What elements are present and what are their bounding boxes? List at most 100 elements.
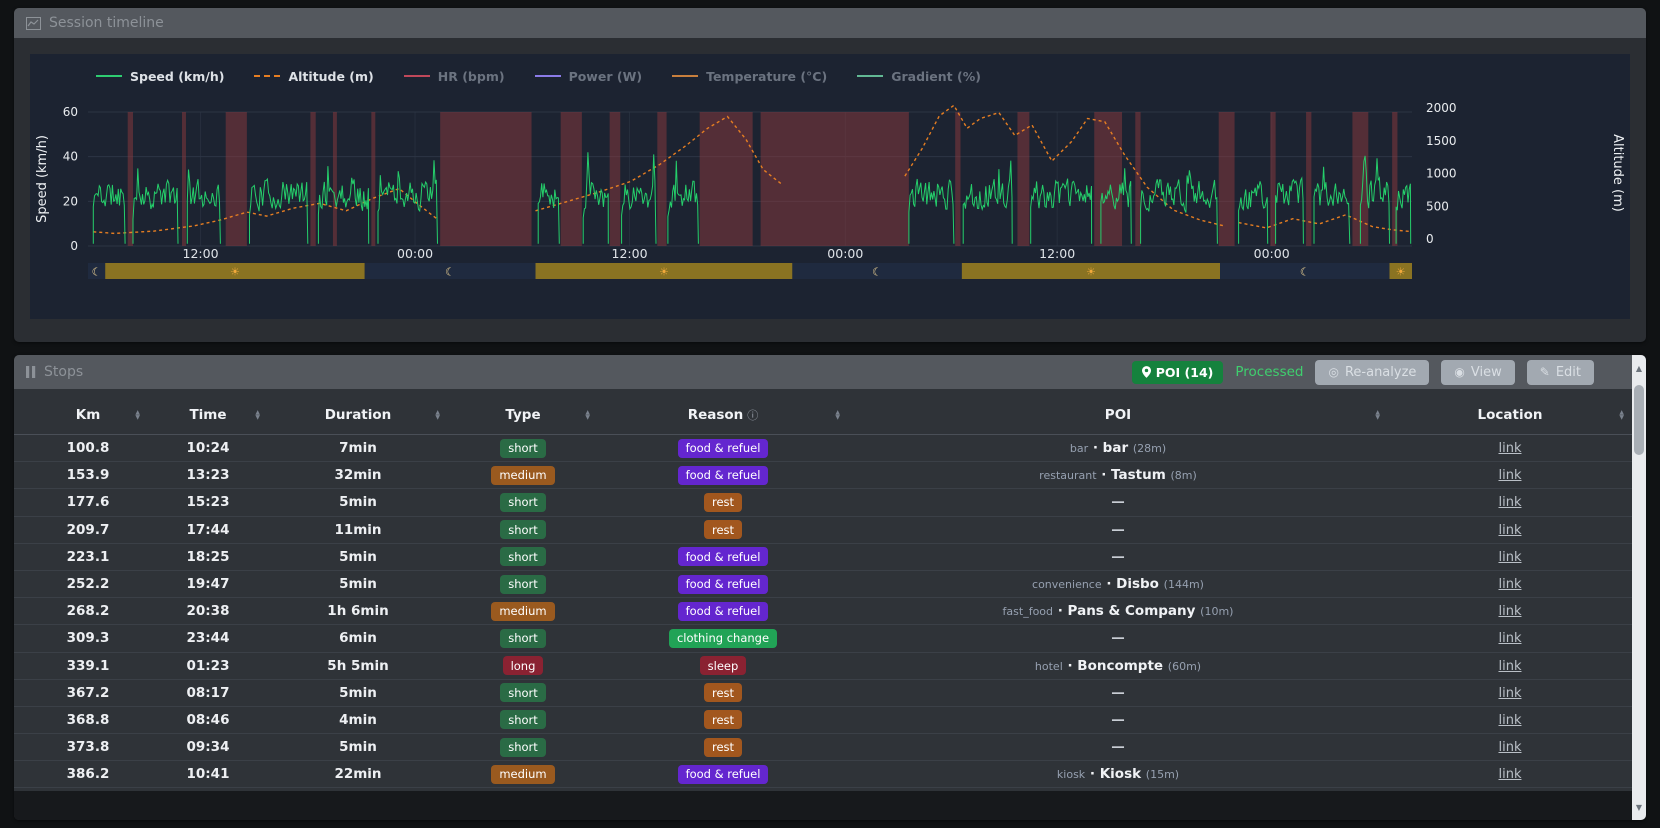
location-link[interactable]: link [1499, 441, 1522, 456]
svg-text:500: 500 [1426, 199, 1449, 213]
reanalyze-button[interactable]: ◎ Re-analyze [1315, 360, 1429, 385]
sort-arrows-icon[interactable]: ▲▼ [255, 410, 260, 420]
column-header-type[interactable]: Type▲▼ [448, 407, 598, 423]
sort-arrows-icon[interactable]: ▲▼ [585, 410, 590, 420]
cell-type: short [448, 683, 598, 702]
cell-duration: 5min [268, 739, 448, 755]
poi-distance: (15m) [1146, 768, 1179, 781]
svg-text:00:00: 00:00 [397, 246, 433, 261]
eye-icon: ◉ [1454, 365, 1464, 379]
cell-location: link [1388, 630, 1632, 646]
cell-reason: food & refuel [598, 439, 848, 458]
column-label: Km [76, 407, 101, 423]
location-link[interactable]: link [1499, 767, 1522, 782]
type-badge: medium [491, 602, 554, 621]
table-header-row: Km▲▼Time▲▼Duration▲▼Type▲▼Reasonⓘ▲▼POI▲▼… [14, 389, 1632, 435]
scrollbar-thumb[interactable] [1634, 385, 1644, 455]
column-header-duration[interactable]: Duration▲▼ [268, 407, 448, 423]
sun-icon: ☀ [1396, 266, 1406, 279]
poi-empty: — [1111, 630, 1125, 646]
cell-type: medium [448, 602, 598, 621]
cell-poi: bar · bar (28m) [848, 440, 1388, 456]
edit-button[interactable]: ✎ Edit [1527, 360, 1594, 385]
location-link[interactable]: link [1499, 604, 1522, 619]
sort-arrows-icon[interactable]: ▲▼ [1375, 410, 1380, 420]
legend-item-3[interactable]: Power (W) [535, 69, 643, 84]
legend-item-5[interactable]: Gradient (%) [857, 69, 981, 84]
location-link[interactable]: link [1499, 523, 1522, 538]
legend-label: Power (W) [569, 69, 643, 84]
cell-duration: 32min [268, 467, 448, 483]
cell-type: short [448, 493, 598, 512]
reason-badge: rest [704, 738, 742, 757]
poi-count-badge[interactable]: POI (14) [1132, 361, 1224, 384]
reason-badge: rest [704, 520, 742, 539]
sort-arrows-icon[interactable]: ▲▼ [1619, 410, 1624, 420]
svg-text:2000: 2000 [1426, 101, 1457, 115]
reason-badge: food & refuel [678, 765, 769, 784]
timeline-chart[interactable]: Speed (km/h) Altitude (m) HR (bpm) Power (W… [30, 54, 1630, 319]
reanalyze-label: Re-analyze [1345, 365, 1416, 380]
edit-label: Edit [1556, 365, 1581, 380]
cell-location: link [1388, 576, 1632, 592]
column-header-reason[interactable]: Reasonⓘ▲▼ [598, 407, 848, 423]
location-link[interactable]: link [1499, 468, 1522, 483]
info-icon[interactable]: ⓘ [747, 409, 758, 422]
timeline-chart-svg[interactable]: 0204060050010001500200012:0000:0012:0000… [30, 94, 1630, 319]
sun-icon: ☀ [1086, 266, 1096, 279]
location-link[interactable]: link [1499, 495, 1522, 510]
column-header-time[interactable]: Time▲▼ [148, 407, 268, 423]
reason-badge: food & refuel [678, 547, 769, 566]
view-button[interactable]: ◉ View [1441, 360, 1514, 385]
poi-empty: — [1111, 712, 1125, 728]
cell-location: link [1388, 766, 1632, 782]
svg-text:1000: 1000 [1426, 167, 1457, 181]
cell-poi: hotel · Boncompte (60m) [848, 658, 1388, 674]
svg-text:12:00: 12:00 [183, 246, 219, 261]
legend-item-2[interactable]: HR (bpm) [404, 69, 505, 84]
scroll-up-arrow[interactable]: ▲ [1632, 355, 1646, 381]
location-link[interactable]: link [1499, 550, 1522, 565]
cell-type: short [448, 520, 598, 539]
cell-reason: rest [598, 738, 848, 757]
map-pin-icon [1142, 366, 1151, 378]
reason-badge: clothing change [669, 629, 777, 648]
sort-arrows-icon[interactable]: ▲▼ [435, 410, 440, 420]
svg-text:Altitude (m): Altitude (m) [1610, 134, 1625, 212]
location-link[interactable]: link [1499, 713, 1522, 728]
legend-item-4[interactable]: Temperature (°C) [672, 69, 827, 84]
type-badge: short [500, 738, 546, 757]
location-link[interactable]: link [1499, 659, 1522, 674]
location-link[interactable]: link [1499, 740, 1522, 755]
column-header-poi[interactable]: POI▲▼ [848, 407, 1388, 423]
cell-time: 15:23 [148, 494, 268, 510]
poi-category: restaurant [1039, 469, 1096, 482]
svg-text:40: 40 [63, 150, 78, 164]
table-row: 309.323:446minshortclothing change—link [14, 625, 1632, 652]
column-header-location[interactable]: Location▲▼ [1388, 407, 1632, 423]
cell-duration: 5min [268, 494, 448, 510]
moon-icon: ☾ [1300, 266, 1310, 279]
legend-item-1[interactable]: Altitude (m) [254, 69, 373, 84]
location-link[interactable]: link [1499, 631, 1522, 646]
location-link[interactable]: link [1499, 686, 1522, 701]
column-header-km[interactable]: Km ▲▼ [28, 407, 148, 423]
svg-text:12:00: 12:00 [1039, 246, 1075, 261]
table-row: 100.810:247minshortfood & refuelbar · ba… [14, 435, 1632, 462]
svg-text:00:00: 00:00 [827, 246, 863, 261]
session-timeline-title: Session timeline [49, 15, 164, 31]
cell-reason: food & refuel [598, 602, 848, 621]
cell-km: 252.2 [28, 576, 148, 592]
moon-icon: ☾ [445, 266, 455, 279]
sort-arrows-icon[interactable]: ▲▼ [135, 410, 140, 420]
moon-icon: ☾ [92, 266, 102, 279]
poi-distance: (28m) [1133, 442, 1166, 455]
cell-poi: convenience · Disbo (144m) [848, 576, 1388, 592]
sort-arrows-icon[interactable]: ▲▼ [835, 410, 840, 420]
poi-category: convenience [1032, 578, 1102, 591]
legend-item-0[interactable]: Speed (km/h) [96, 69, 224, 84]
poi-distance: (10m) [1200, 605, 1233, 618]
location-link[interactable]: link [1499, 577, 1522, 592]
vertical-scrollbar[interactable]: ▲ ▼ [1632, 355, 1646, 820]
scroll-down-arrow[interactable]: ▼ [1632, 794, 1646, 820]
